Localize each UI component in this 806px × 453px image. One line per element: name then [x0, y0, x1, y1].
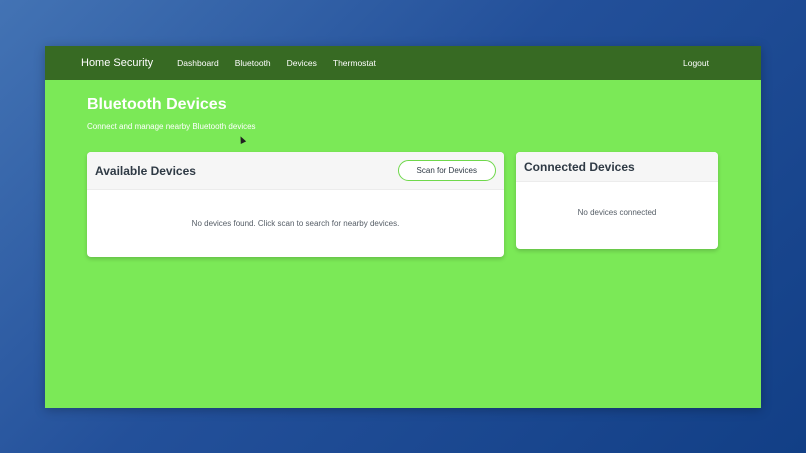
scan-for-devices-button[interactable]: Scan for Devices: [397, 160, 496, 181]
connected-devices-body: No devices connected: [516, 182, 718, 242]
page-title: Bluetooth Devices: [87, 96, 227, 113]
nav-link-dashboard[interactable]: Dashboard: [177, 58, 219, 68]
nav-link-devices[interactable]: Devices: [287, 58, 317, 68]
available-devices-title: Available Devices: [95, 163, 196, 178]
page-header: Bluetooth Devices Connect and manage nea…: [87, 96, 256, 131]
connected-devices-card: Connected Devices No devices connected: [516, 152, 718, 249]
page-subtitle: Connect and manage nearby Bluetooth devi…: [87, 122, 256, 131]
available-devices-empty-message: No devices found. Click scan to search f…: [191, 219, 400, 228]
connected-devices-header: Connected Devices: [516, 152, 718, 182]
app-window: Home Security Dashboard Bluetooth Device…: [45, 46, 761, 408]
nav-link-bluetooth[interactable]: Bluetooth: [235, 58, 271, 68]
available-devices-body: No devices found. Click scan to search f…: [87, 190, 504, 257]
top-navbar: Home Security Dashboard Bluetooth Device…: [45, 46, 761, 80]
brand-title[interactable]: Home Security: [81, 57, 153, 69]
mouse-cursor-icon: [237, 135, 247, 144]
logout-link[interactable]: Logout: [683, 58, 709, 68]
available-devices-header: Available Devices Scan for Devices: [87, 152, 504, 190]
nav-link-thermostat[interactable]: Thermostat: [333, 58, 376, 68]
available-devices-card: Available Devices Scan for Devices No de…: [87, 152, 504, 257]
connected-devices-empty-message: No devices connected: [577, 207, 657, 217]
connected-devices-title: Connected Devices: [524, 159, 635, 174]
